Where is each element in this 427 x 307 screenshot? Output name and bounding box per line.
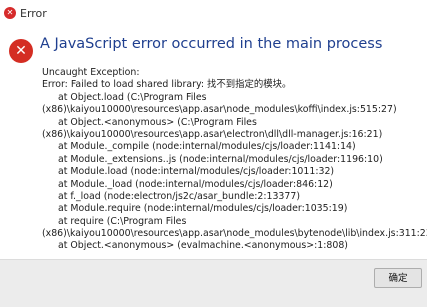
- message-line: Error: Failed to load shared library: 找不…: [42, 79, 292, 91]
- window-titlebar: ✕ Error: [0, 0, 427, 26]
- message-line: at Object.<anonymous> (C:\Program Files: [58, 116, 257, 128]
- ok-button[interactable]: 确定: [374, 268, 422, 288]
- message-line: at f._load (node:electron/js2c/asar_bund…: [58, 190, 300, 202]
- window-title: Error: [20, 6, 47, 20]
- dialog-footer: 确定: [0, 259, 427, 307]
- message-line: at require (C:\Program Files: [58, 215, 187, 227]
- message-line: (x86)\kaiyou10000\resources\app.asar\nod…: [42, 104, 397, 116]
- error-message: Uncaught Exception: Error: Failed to loa…: [42, 67, 427, 253]
- message-line: at Module._extensions..js (node:internal…: [58, 153, 383, 165]
- message-line: (x86)\kaiyou10000\resources\app.asar\nod…: [42, 228, 427, 240]
- dialog-heading: A JavaScript error occurred in the main …: [40, 36, 383, 52]
- message-line: at Module._compile (node:internal/module…: [58, 141, 356, 153]
- message-line: at Object.<anonymous> (evalmachine.<anon…: [58, 240, 348, 252]
- message-line: Uncaught Exception:: [42, 67, 140, 78]
- message-line: at Module.load (node:internal/modules/cj…: [58, 166, 335, 178]
- error-icon: ✕: [4, 7, 16, 19]
- dialog-content: ✕ A JavaScript error occurred in the mai…: [0, 26, 427, 259]
- error-icon: ✕: [9, 39, 33, 63]
- message-line: at Object.load (C:\Program Files: [58, 91, 207, 103]
- message-line: at Module._load (node:internal/modules/c…: [58, 178, 333, 190]
- message-line: (x86)\kaiyou10000\resources\app.asar\ele…: [42, 128, 383, 140]
- message-line: at Module.require (node:internal/modules…: [58, 203, 348, 215]
